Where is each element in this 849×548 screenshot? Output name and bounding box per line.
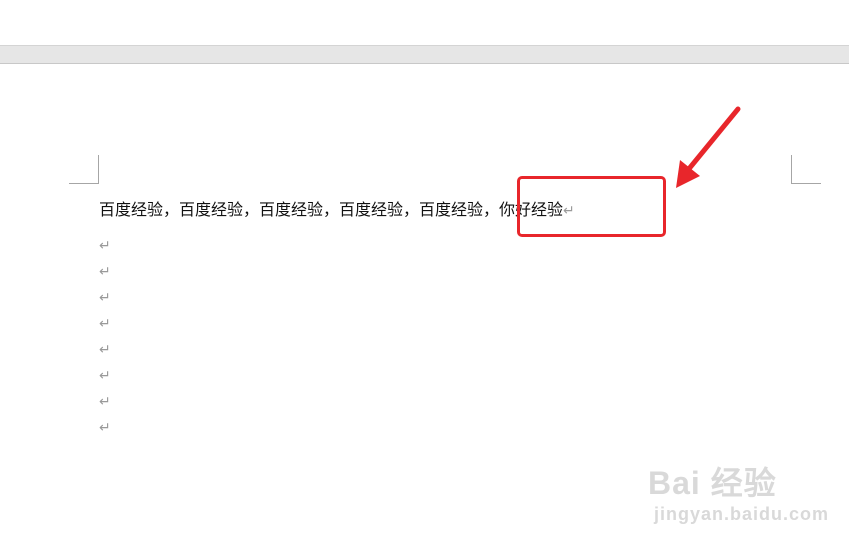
window-top-area — [0, 0, 849, 45]
margin-corner-top-left — [69, 155, 99, 184]
empty-paragraph-mark-icon[interactable]: ↵ — [99, 314, 119, 334]
empty-paragraph-mark-icon[interactable]: ↵ — [99, 392, 119, 412]
empty-paragraph-mark-icon[interactable]: ↵ — [99, 236, 119, 256]
watermark-logo: Bai 经验 — [648, 465, 777, 501]
baidu-jingyan-watermark: Bai 经验 jingyan.baidu.com — [648, 452, 828, 534]
empty-paragraph-mark-icon[interactable]: ↵ — [99, 288, 119, 308]
paragraph-1-text[interactable]: 百度经验，百度经验，百度经验，百度经验，百度经验，你好经验 — [99, 200, 563, 219]
empty-paragraph-mark-icon[interactable]: ↵ — [99, 418, 119, 438]
margin-corner-top-right — [791, 155, 821, 184]
empty-paragraph-mark-icon[interactable]: ↵ — [99, 366, 119, 386]
document-paragraph-1[interactable]: 百度经验，百度经验，百度经验，百度经验，百度经验，你好经验↵ — [99, 198, 575, 222]
annotation-arrow-icon — [676, 106, 741, 188]
watermark-url: jingyan.baidu.com — [654, 504, 830, 524]
highlight-box — [517, 176, 666, 237]
ruler-bar — [0, 45, 849, 64]
empty-paragraph-mark-icon[interactable]: ↵ — [99, 262, 119, 282]
empty-paragraph-mark-icon[interactable]: ↵ — [99, 340, 119, 360]
